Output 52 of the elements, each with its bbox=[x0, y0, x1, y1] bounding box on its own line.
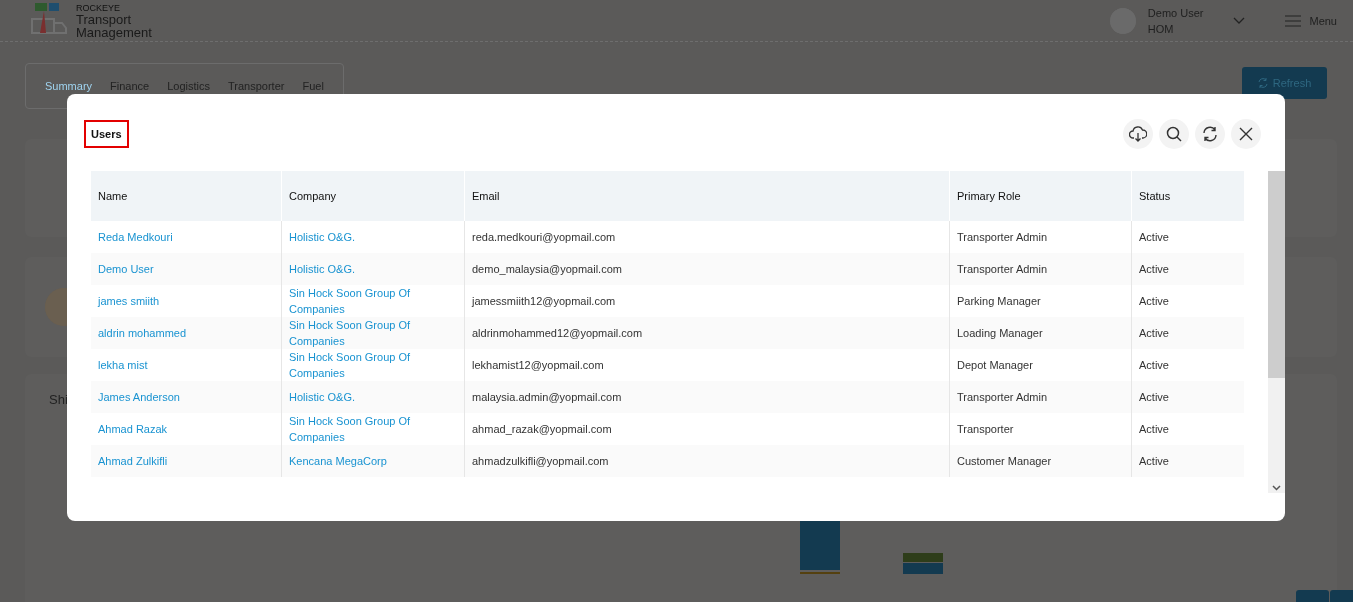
close-icon bbox=[1239, 127, 1253, 141]
table-cell: Loading Manager bbox=[949, 317, 1131, 349]
table-cell: Active bbox=[1131, 381, 1244, 413]
user-name-link[interactable]: Reda Medkouri bbox=[91, 221, 281, 253]
company-link[interactable]: Holistic O&G. bbox=[281, 381, 464, 413]
user-name-link[interactable]: James Anderson bbox=[91, 381, 281, 413]
user-name-link[interactable]: aldrin mohammed bbox=[91, 317, 281, 349]
dashboard-tab[interactable]: Finance bbox=[101, 80, 159, 92]
section-title: Shi bbox=[49, 392, 68, 407]
company-link[interactable]: Kencana MegaCorp bbox=[281, 445, 464, 477]
download-button[interactable] bbox=[1123, 119, 1153, 149]
table-cell: Active bbox=[1131, 253, 1244, 285]
table-cell: ahmadzulkifli@yopmail.com bbox=[464, 445, 949, 477]
user-name-link[interactable]: lekha mist bbox=[91, 349, 281, 381]
refresh-icon bbox=[1202, 126, 1218, 142]
company-link[interactable]: Holistic O&G. bbox=[281, 253, 464, 285]
brand-title: Transport Management bbox=[76, 12, 153, 39]
close-button[interactable] bbox=[1231, 119, 1261, 149]
menu-button[interactable]: Menu bbox=[1285, 14, 1337, 27]
table-cell: Transporter Admin bbox=[949, 381, 1131, 413]
refresh-button[interactable] bbox=[1195, 119, 1225, 149]
search-icon bbox=[1166, 126, 1182, 142]
dashboard-tab[interactable]: Logistics bbox=[158, 80, 219, 92]
table-cell: demo_malaysia@yopmail.com bbox=[464, 253, 949, 285]
user-name-link[interactable]: Ahmad Zulkifli bbox=[91, 445, 281, 477]
user-name-link[interactable]: Ahmad Razak bbox=[91, 413, 281, 445]
table-cell: Customer Manager bbox=[949, 445, 1131, 477]
cloud-download-icon bbox=[1129, 126, 1147, 142]
menu-icon bbox=[1285, 14, 1302, 27]
user-role: HOM bbox=[1147, 21, 1175, 37]
column-header: Status bbox=[1131, 171, 1244, 221]
column-header: Company bbox=[281, 171, 464, 221]
dashboard-tab[interactable]: Summary bbox=[36, 80, 102, 92]
table-cell: Transporter Admin bbox=[949, 253, 1131, 285]
company-link[interactable]: Sin Hock Soon Group Of Companies bbox=[281, 317, 464, 349]
table-cell: Active bbox=[1131, 317, 1244, 349]
user-name-link[interactable]: james smiith bbox=[91, 285, 281, 317]
dashboard-tab[interactable]: Fuel bbox=[293, 80, 333, 92]
brand-subtitle: ROCKEYE bbox=[76, 2, 121, 13]
modal-title: Users bbox=[84, 120, 129, 148]
refresh-icon bbox=[1257, 78, 1268, 88]
column-header: Email bbox=[464, 171, 949, 221]
column-header: Primary Role bbox=[949, 171, 1131, 221]
user-name-link[interactable]: Demo User bbox=[91, 253, 281, 285]
dashboard-tab[interactable]: Transporter bbox=[219, 80, 294, 92]
search-button[interactable] bbox=[1159, 119, 1189, 149]
table-cell: Active bbox=[1131, 445, 1244, 477]
chevron-down-icon[interactable] bbox=[1272, 485, 1281, 491]
scrollbar[interactable] bbox=[1268, 171, 1285, 493]
table-cell: malaysia.admin@yopmail.com bbox=[464, 381, 949, 413]
column-header: Name bbox=[97, 189, 129, 204]
table-cell: aldrinmohammed12@yopmail.com bbox=[464, 317, 949, 349]
